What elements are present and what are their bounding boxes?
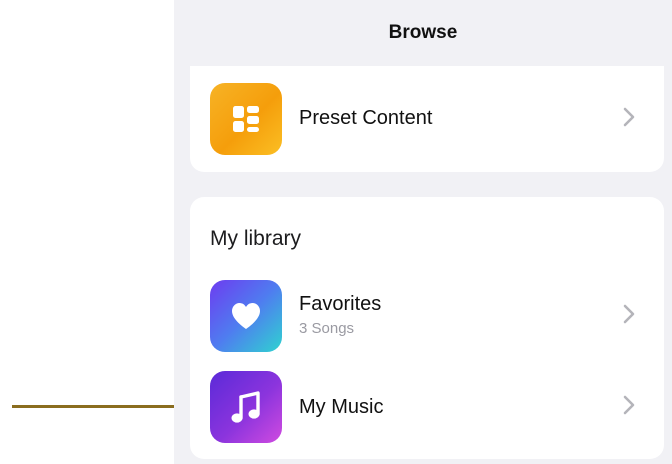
chevron-right-icon [623, 395, 635, 415]
chevron-right-icon [623, 107, 635, 127]
grid-icon [233, 106, 259, 132]
preset-card: Preset Content [190, 66, 664, 172]
chevron-right-icon [623, 304, 635, 324]
favorites-row[interactable]: Favorites 3 Songs [190, 280, 664, 352]
favorites-tile [210, 280, 282, 352]
browse-panel: Browse Preset Content My library Favorit… [174, 0, 672, 464]
favorites-song-count: 3 Songs [299, 320, 355, 337]
preset-content-row[interactable]: Preset Content [190, 83, 664, 155]
heart-icon [232, 303, 260, 329]
library-card: My library Favorites 3 Songs My Music [190, 197, 664, 459]
preset-content-tile [210, 83, 282, 155]
music-note-icon [231, 391, 260, 423]
section-title-my-library: My library [210, 227, 302, 250]
preset-content-label: Preset Content [299, 107, 433, 129]
my-music-row[interactable]: My Music [190, 371, 664, 443]
page-title: Browse [388, 22, 458, 43]
my-music-label: My Music [299, 396, 384, 418]
favorites-label: Favorites [299, 293, 382, 315]
my-music-tile [210, 371, 282, 443]
screen: Browse Preset Content My library Favorit… [0, 0, 672, 464]
